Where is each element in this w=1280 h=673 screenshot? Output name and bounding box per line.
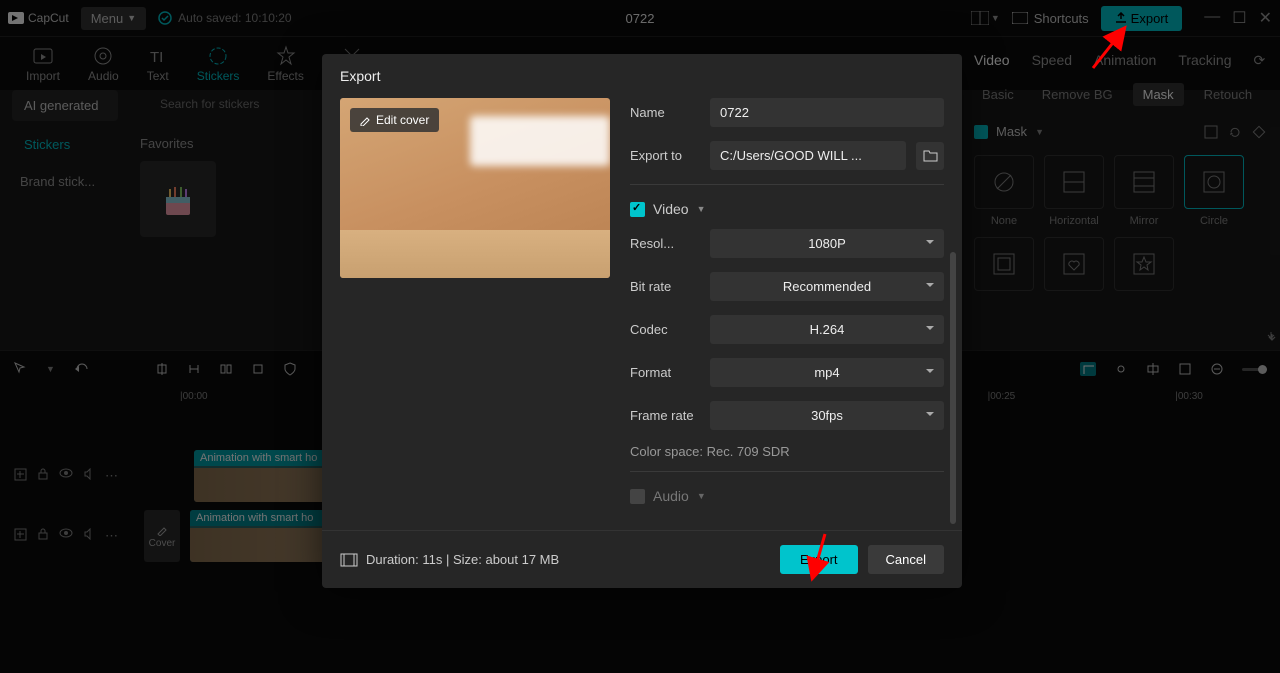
export-modal: Export Edit cover Name Export to: [322, 54, 962, 588]
resolution-label: Resol...: [630, 236, 700, 251]
browse-folder-button[interactable]: [916, 142, 944, 170]
export-to-label: Export to: [630, 148, 700, 163]
bitrate-label: Bit rate: [630, 279, 700, 294]
modal-title: Export: [322, 54, 962, 98]
edit-cover-button[interactable]: Edit cover: [350, 108, 439, 132]
bitrate-select[interactable]: Recommended: [710, 272, 944, 301]
pencil-icon: [360, 115, 371, 126]
resolution-select[interactable]: 1080P: [710, 229, 944, 258]
film-icon: [340, 553, 358, 567]
cover-preview: Edit cover: [340, 98, 610, 278]
folder-icon: [923, 149, 938, 162]
codec-select[interactable]: H.264: [710, 315, 944, 344]
colorspace-info: Color space: Rec. 709 SDR: [630, 444, 944, 459]
video-section[interactable]: Video ▼: [630, 201, 944, 217]
name-label: Name: [630, 105, 700, 120]
footer-info: Duration: 11s | Size: about 17 MB: [340, 552, 559, 567]
video-checkbox[interactable]: [630, 202, 645, 217]
format-select[interactable]: mp4: [710, 358, 944, 387]
export-to-input[interactable]: [710, 141, 906, 170]
export-confirm-button[interactable]: Export: [780, 545, 858, 574]
codec-label: Codec: [630, 322, 700, 337]
name-input[interactable]: [710, 98, 944, 127]
audio-checkbox[interactable]: [630, 489, 645, 504]
fps-select[interactable]: 30fps: [710, 401, 944, 430]
format-label: Format: [630, 365, 700, 380]
modal-scrollbar[interactable]: [950, 252, 956, 524]
audio-section[interactable]: Audio ▼: [630, 488, 944, 504]
cancel-button[interactable]: Cancel: [868, 545, 944, 574]
fps-label: Frame rate: [630, 408, 700, 423]
